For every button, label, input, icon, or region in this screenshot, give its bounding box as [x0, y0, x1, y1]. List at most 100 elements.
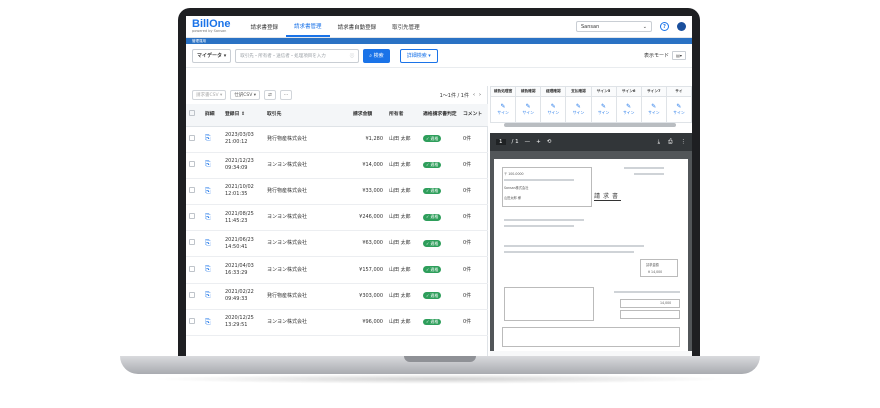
advanced-search-button[interactable]: 詳細検索 ▾ — [399, 48, 438, 63]
bill-one-logo[interactable]: BillOne powered by Sansan — [192, 19, 231, 34]
document-icon[interactable]: ⎘ — [205, 187, 211, 195]
stamp-cell-4[interactable]: ✎ サイン — [590, 96, 617, 123]
row-owner: 山田 太郎 — [386, 126, 420, 153]
user-avatar-icon[interactable] — [677, 22, 686, 31]
stamp-cell-5[interactable]: ✎ サイン — [615, 96, 642, 123]
search-button-label: 検索 — [373, 53, 384, 59]
pdf-page-current[interactable]: 1 — [496, 139, 506, 145]
table-row[interactable]: ⎘ 2020/12/25 13:29:51 ヨンヨン株式会社 ¥96,000 山田… — [186, 309, 488, 337]
row-checkbox[interactable] — [186, 256, 202, 284]
row-date: 2021/06/23 14:50:41 — [222, 230, 264, 258]
row-checkbox[interactable] — [186, 309, 202, 337]
more-button[interactable]: ··· — [279, 90, 293, 100]
status-badge-label: 適格 — [430, 240, 439, 246]
stamp-cell-7[interactable]: ✎ サイン — [665, 96, 692, 123]
search-button[interactable]: ⌕ 検索 — [363, 48, 390, 63]
row-detail[interactable]: ⎘ — [202, 152, 222, 179]
table-row[interactable]: ⎘ 2021/10/02 12:01:35 発行物産株式会社 ¥33,000 山田… — [186, 178, 488, 206]
document-icon[interactable]: ⎘ — [205, 318, 211, 326]
row-detail[interactable]: ⎘ — [202, 126, 222, 153]
table-row[interactable]: ⎘ 2021/06/23 14:50:41 ヨンヨン株式会社 ¥63,000 山田… — [186, 230, 488, 258]
document-icon[interactable]: ⎘ — [205, 160, 211, 168]
stamp-cell-3[interactable]: ✎ サイン — [565, 96, 592, 123]
app-header: BillOne powered by Sansan 請求書登録 請求書管理 請求… — [186, 16, 692, 38]
pdf-remarks-box — [504, 287, 594, 321]
document-icon[interactable]: ⎘ — [205, 239, 211, 247]
master-data-select[interactable]: マイデータ ▾ — [192, 48, 232, 63]
row-comment[interactable]: 0件 — [460, 309, 488, 337]
search-input[interactable]: 取引先・所有者・送信者・処理項目を入力 ⓘ — [235, 48, 360, 63]
status-badge-label: 適格 — [430, 214, 439, 220]
row-date-value: 2021/02/22 — [225, 289, 254, 296]
row-checkbox[interactable] — [186, 152, 202, 179]
row-amount: ¥96,000 — [350, 309, 386, 337]
status-badge: ✓ 適格 — [423, 318, 442, 326]
row-qualified: ✓ 適格 — [420, 309, 460, 337]
row-qualified: ✓ 適格 — [420, 283, 460, 310]
row-checkbox[interactable] — [186, 126, 202, 153]
row-comment[interactable]: 0件 — [460, 204, 488, 232]
status-badge: ✓ 適格 — [423, 213, 442, 221]
journal-csv-button[interactable]: 仕訳CSV ▾ — [230, 90, 261, 100]
invoice-csv-button[interactable]: 請求書CSV ▾ — [192, 90, 227, 100]
chevron-left-icon[interactable]: ‹ — [473, 92, 475, 98]
horizontal-scrollbar[interactable] — [504, 123, 676, 127]
table-row[interactable]: ⎘ 2021/08/25 11:45:23 ヨンヨン株式会社 ¥246,000 山… — [186, 204, 488, 232]
view-mode-toggle[interactable]: ▤▾ — [672, 51, 686, 60]
stamp-cell-6[interactable]: ✎ サイン — [640, 96, 667, 123]
row-comment[interactable]: 0件 — [460, 126, 488, 153]
table-row[interactable]: ⎘ 2021/04/03 16:33:29 ヨンヨン株式会社 ¥157,000 山… — [186, 256, 488, 284]
row-date-value: 2021/06/23 — [225, 236, 254, 243]
nav-invoice-auto-register[interactable]: 請求書自動登録 — [330, 16, 385, 37]
stamp-cell-0[interactable]: ✎ サイン — [489, 96, 517, 123]
select-all-checkbox[interactable] — [186, 104, 202, 127]
row-comment[interactable]: 0件 — [460, 230, 488, 258]
rotate-icon[interactable]: ⟲ — [547, 139, 552, 145]
print-icon[interactable]: ⎙ — [668, 139, 672, 146]
pdf-viewer[interactable]: 請求書 〒 100-0000 Sansan株式会社 山田太郎 様 請求金額 ¥ … — [490, 151, 692, 351]
zoom-out-icon[interactable]: — — [525, 139, 531, 145]
row-detail[interactable]: ⎘ — [202, 204, 222, 232]
row-detail[interactable]: ⎘ — [202, 230, 222, 258]
header-registered-date[interactable]: 登録日 ⇕ — [222, 104, 264, 127]
row-checkbox[interactable] — [186, 283, 202, 310]
document-icon[interactable]: ⎘ — [205, 291, 211, 299]
document-icon[interactable]: ⎘ — [205, 265, 211, 273]
row-checkbox[interactable] — [186, 178, 202, 206]
chevron-right-icon[interactable]: › — [479, 92, 481, 98]
row-comment[interactable]: 0件 — [460, 283, 488, 310]
table-row[interactable]: ⎘ 2021/12/23 09:34:09 ヨンヨン株式会社 ¥14,000 山田… — [186, 152, 488, 179]
invoice-csv-label: 請求書CSV — [196, 93, 219, 98]
row-owner: 山田 太郎 — [386, 152, 420, 179]
row-date: 2021/04/03 16:33:29 — [222, 256, 264, 284]
more-vert-icon[interactable]: ⋮ — [681, 139, 687, 146]
stamp-header-6: サイン7 — [640, 86, 667, 97]
row-detail[interactable]: ⎘ — [202, 256, 222, 284]
nav-vendor-management[interactable]: 取引先管理 — [384, 16, 428, 37]
row-detail[interactable]: ⎘ — [202, 283, 222, 310]
row-checkbox[interactable] — [186, 230, 202, 258]
document-icon[interactable]: ⎘ — [205, 213, 211, 221]
help-icon[interactable]: ? — [660, 22, 669, 31]
row-checkbox[interactable] — [186, 204, 202, 232]
row-comment[interactable]: 0件 — [460, 256, 488, 284]
table-row[interactable]: ⎘ 2021/02/22 09:49:33 発行物産株式会社 ¥303,000 山… — [186, 283, 488, 310]
column-settings-button[interactable]: ⇄ — [264, 90, 276, 100]
nav-invoice-register[interactable]: 請求書登録 — [243, 16, 287, 37]
zoom-in-icon[interactable]: + — [536, 139, 541, 145]
stamp-cell-1[interactable]: ✎ サイン — [515, 96, 542, 123]
stamp-cell-2[interactable]: ✎ サイン — [540, 96, 567, 123]
row-comment[interactable]: 0件 — [460, 178, 488, 206]
download-icon[interactable]: ⤓ — [658, 139, 660, 146]
status-badge-label: 適格 — [430, 135, 439, 141]
row-comment[interactable]: 0件 — [460, 152, 488, 179]
sign-label: サイン — [597, 110, 610, 115]
table-row[interactable]: ⎘ 2023/03/03 21:00:12 発行物産株式会社 ¥1,280 山田 … — [186, 126, 488, 153]
document-icon[interactable]: ⎘ — [205, 134, 211, 142]
row-qualified: ✓ 適格 — [420, 256, 460, 284]
row-detail[interactable]: ⎘ — [202, 309, 222, 337]
row-detail[interactable]: ⎘ — [202, 178, 222, 206]
nav-invoice-management[interactable]: 請求書管理 — [286, 16, 330, 37]
journal-csv-label: 仕訳CSV — [234, 93, 253, 98]
company-select[interactable]: Sansan ⌄ — [576, 21, 652, 32]
